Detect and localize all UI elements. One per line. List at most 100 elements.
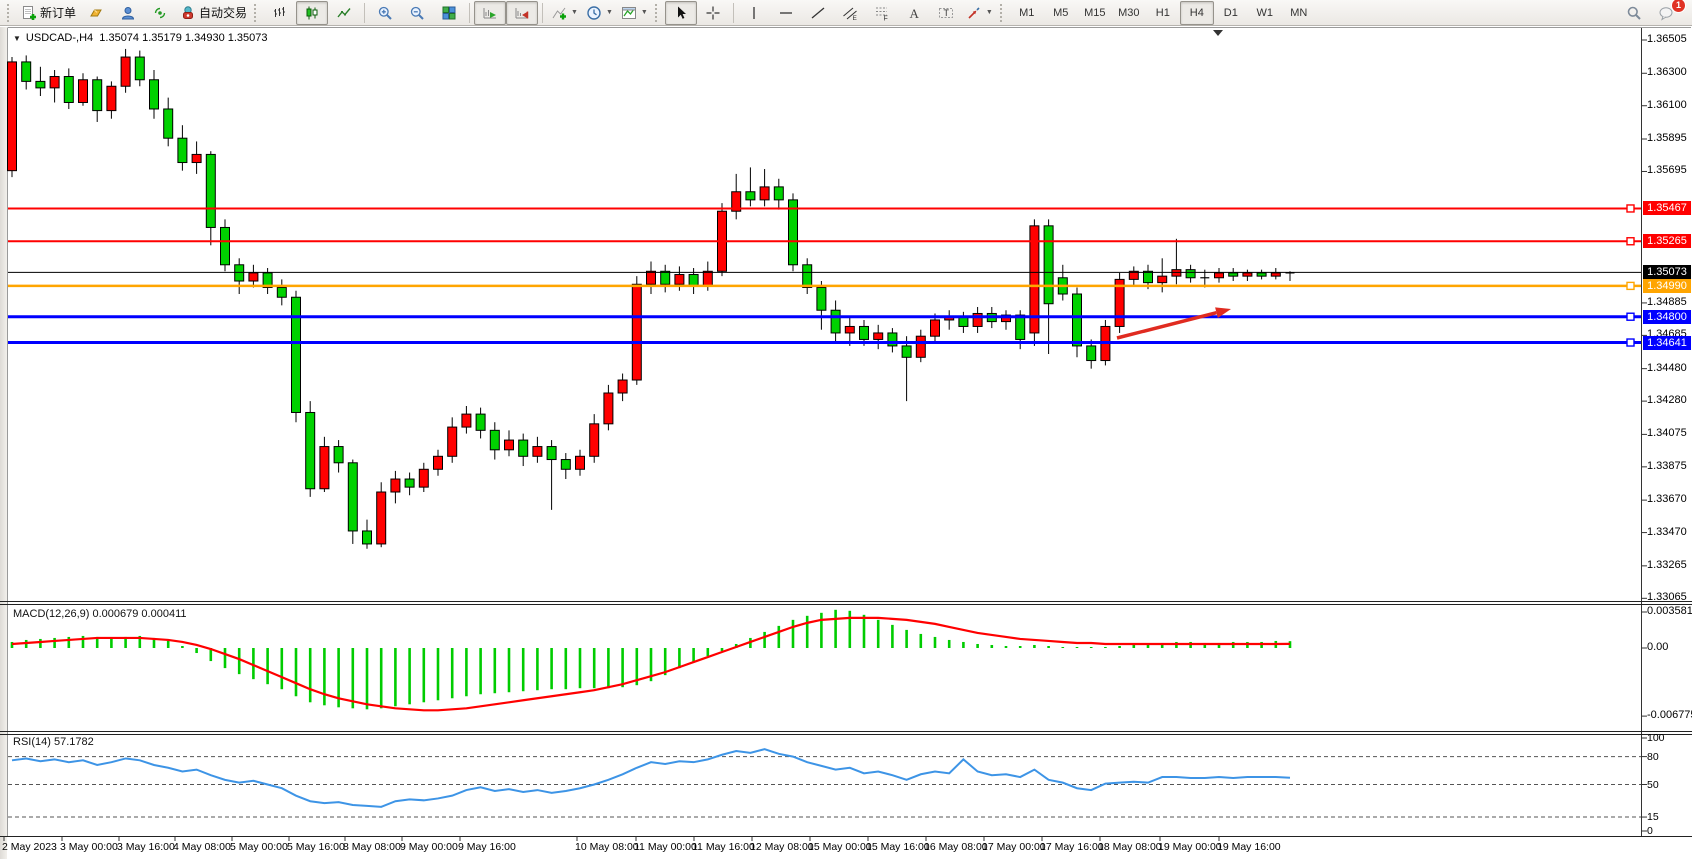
- macd-axis-label: 0.00: [1647, 641, 1668, 653]
- line-handle[interactable]: [1627, 238, 1634, 245]
- shift-marker-icon: [1213, 30, 1223, 36]
- rsi-axis-label: 100: [1647, 732, 1665, 744]
- date-label: 10 May 08:00: [575, 841, 639, 853]
- date-label: 4 May 08:00: [173, 841, 231, 853]
- price-badge: 1.35073: [1643, 265, 1691, 279]
- rsi-axis-label: 80: [1647, 751, 1659, 763]
- chart-shift-button[interactable]: [506, 1, 538, 25]
- line-chart-button[interactable]: [328, 1, 360, 25]
- equidistant-channel-icon: E: [842, 5, 858, 21]
- cursor-button[interactable]: [665, 1, 697, 25]
- trendline-icon: [810, 5, 826, 21]
- new-order-icon: [21, 5, 37, 21]
- chart-canvas[interactable]: [0, 0, 1692, 859]
- indicators-button[interactable]: ▼: [547, 1, 582, 25]
- horizontal-line-icon: [778, 5, 794, 21]
- auto-trading-icon: [180, 5, 196, 21]
- timeframe-button-M5[interactable]: M5: [1044, 1, 1078, 25]
- price-tick-label: 1.34280: [1647, 394, 1687, 406]
- text-label-button[interactable]: T: [930, 1, 962, 25]
- toolbar-grip[interactable]: [655, 4, 660, 22]
- date-label: 9 May 00:00: [400, 841, 458, 853]
- date-label: 5 May 00:00: [230, 841, 288, 853]
- rsi-pane: [8, 738, 1647, 831]
- periods-button[interactable]: ▼: [582, 1, 617, 25]
- signals-button[interactable]: [144, 1, 176, 25]
- date-label: 15 May 00:00: [808, 841, 872, 853]
- zoom-out-button[interactable]: [401, 1, 433, 25]
- clock-icon: [586, 5, 602, 21]
- horizontal-line-button[interactable]: [770, 1, 802, 25]
- price-tick-label: 1.36100: [1647, 99, 1687, 111]
- date-label: 9 May 16:00: [458, 841, 516, 853]
- svg-text:F: F: [883, 15, 887, 21]
- zoom-in-icon: [377, 5, 393, 21]
- crosshair-button[interactable]: [697, 1, 729, 25]
- timeframe-button-M15[interactable]: M15: [1078, 1, 1112, 25]
- profile-icon: [120, 5, 136, 21]
- timeframe-button-M1[interactable]: M1: [1010, 1, 1044, 25]
- svg-text:A: A: [909, 6, 919, 21]
- price-tick-label: 1.33875: [1647, 460, 1687, 472]
- price-badge: 1.34800: [1643, 310, 1691, 324]
- community-button[interactable]: [112, 1, 144, 25]
- macd-indicator-label: MACD(12,26,9) 0.000679 0.000411: [13, 608, 186, 620]
- rsi-name: RSI(14): [13, 736, 51, 748]
- candlestick-icon: [304, 5, 320, 21]
- toolbar-grip[interactable]: [1000, 4, 1005, 22]
- arrows-button[interactable]: ▼: [962, 1, 997, 25]
- symbol-dropdown-icon[interactable]: ▼: [13, 34, 21, 43]
- text-icon: A: [906, 5, 922, 21]
- date-label: 2 May 2023: [2, 841, 57, 853]
- price-tick-label: 1.33470: [1647, 526, 1687, 538]
- date-label: 16 May 08:00: [924, 841, 988, 853]
- date-label: 17 May 16:00: [1040, 841, 1104, 853]
- fibonacci-button[interactable]: F: [866, 1, 898, 25]
- price-tick-label: 1.36505: [1647, 33, 1687, 45]
- date-label: 19 May 00:00: [1158, 841, 1222, 853]
- date-label: 3 May 00:00: [60, 841, 118, 853]
- text-button[interactable]: A: [898, 1, 930, 25]
- auto-trading-button[interactable]: 自动交易: [176, 1, 251, 25]
- rsi-line: [12, 749, 1290, 807]
- timeframe-button-M30[interactable]: M30: [1112, 1, 1146, 25]
- timeframe-button-MN[interactable]: MN: [1282, 1, 1316, 25]
- fibonacci-icon: F: [874, 5, 890, 21]
- timeframe-button-H4[interactable]: H4: [1180, 1, 1214, 25]
- svg-text:E: E: [852, 15, 857, 21]
- timeframe-button-W1[interactable]: W1: [1248, 1, 1282, 25]
- trendline-button[interactable]: [802, 1, 834, 25]
- zoom-in-button[interactable]: [369, 1, 401, 25]
- dropdown-caret-icon: ▼: [606, 9, 613, 16]
- market-button[interactable]: [80, 1, 112, 25]
- date-label: 8 May 08:00: [343, 841, 401, 853]
- templates-button[interactable]: ▼: [617, 1, 652, 25]
- bar-chart-button[interactable]: [264, 1, 296, 25]
- timeframe-button-D1[interactable]: D1: [1214, 1, 1248, 25]
- line-handle[interactable]: [1627, 313, 1634, 320]
- search-button[interactable]: [1618, 1, 1650, 25]
- line-handle[interactable]: [1627, 282, 1634, 289]
- annotation-arrow[interactable]: [1117, 307, 1231, 338]
- line-handle[interactable]: [1627, 205, 1634, 212]
- auto-scroll-button[interactable]: [474, 1, 506, 25]
- candles: [8, 49, 1295, 549]
- rsi-axis-label: 0: [1647, 825, 1653, 837]
- toolbar-grip[interactable]: [254, 4, 259, 22]
- macd-axis-label: 0.003581: [1647, 605, 1692, 617]
- crosshair-icon: [705, 5, 721, 21]
- toolbar-grip[interactable]: [7, 4, 12, 22]
- date-label: 3 May 16:00: [117, 841, 175, 853]
- new-order-button[interactable]: 新订单: [17, 1, 80, 25]
- vertical-line-button[interactable]: [738, 1, 770, 25]
- candlestick-button[interactable]: [296, 1, 328, 25]
- notification-badge: 1: [1671, 0, 1686, 13]
- macd-axis-label: -0.006775: [1647, 709, 1692, 721]
- rsi-axis-label: 15: [1647, 811, 1659, 823]
- dropdown-caret-icon: ▼: [641, 9, 648, 16]
- tile-windows-button[interactable]: [433, 1, 465, 25]
- timeframe-button-H1[interactable]: H1: [1146, 1, 1180, 25]
- line-handle[interactable]: [1627, 339, 1634, 346]
- notifications-button[interactable]: 1: [1650, 1, 1682, 25]
- channel-button[interactable]: E: [834, 1, 866, 25]
